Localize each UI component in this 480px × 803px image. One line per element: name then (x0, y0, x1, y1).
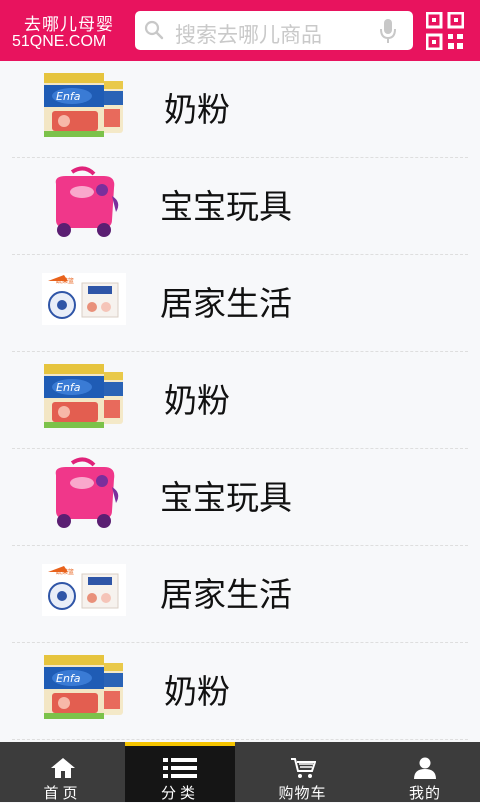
category-label: 宝宝玩具 (160, 187, 292, 226)
qr-scan-icon[interactable] (426, 12, 464, 50)
tab-home-label: 首页 (43, 784, 82, 802)
user-icon (414, 757, 436, 779)
category-label: 居家生活 (160, 284, 292, 323)
bottom-tab-bar: 首页 分类 购物车 我的 (0, 742, 480, 802)
search-icon (144, 20, 164, 40)
brand-domain: 51QNE.COM (12, 33, 107, 50)
tab-profile[interactable]: 我的 (370, 742, 480, 802)
list-icon (163, 758, 197, 778)
category-item[interactable]: 奶粉 (12, 643, 468, 740)
brand-name: 去哪儿母婴 (24, 15, 114, 35)
pink-ride-on-suitcase-image (42, 457, 126, 529)
milk-powder-can-image (42, 651, 126, 723)
category-label: 奶粉 (164, 672, 230, 711)
category-label: 奶粉 (164, 90, 230, 129)
search-input[interactable]: 搜索去哪儿商品 (135, 11, 413, 50)
home-icon (50, 758, 75, 778)
tab-profile-label: 我的 (408, 784, 441, 802)
category-item[interactable]: 奶粉 (12, 352, 468, 449)
tab-categories[interactable]: 分类 (125, 742, 235, 802)
tab-categories-label: 分类 (160, 784, 199, 802)
category-list: 奶粉 宝宝玩具 居家生活 奶粉 宝宝玩具 居家生活 奶粉 (0, 61, 480, 742)
category-item[interactable]: 宝宝玩具 (12, 449, 468, 546)
household-products-image (42, 554, 126, 626)
brand-logo[interactable]: 去哪儿母婴 51QNE.COM (8, 8, 128, 54)
household-products-image (42, 263, 126, 335)
category-label: 居家生活 (160, 575, 292, 614)
app-header: 去哪儿母婴 51QNE.COM 搜索去哪儿商品 (0, 0, 480, 61)
category-item[interactable]: 居家生活 (12, 546, 468, 643)
tab-cart[interactable]: 购物车 (235, 742, 370, 802)
search-placeholder: 搜索去哪儿商品 (175, 23, 322, 47)
tab-home[interactable]: 首页 (0, 742, 125, 802)
category-item[interactable]: 居家生活 (12, 255, 468, 352)
category-label: 宝宝玩具 (160, 478, 292, 517)
cart-icon (290, 758, 316, 778)
category-item[interactable]: 奶粉 (12, 61, 468, 158)
milk-powder-can-image (42, 360, 126, 432)
tab-cart-label: 购物车 (278, 784, 327, 802)
milk-powder-can-image (42, 69, 126, 141)
pink-ride-on-suitcase-image (42, 166, 126, 238)
category-label: 奶粉 (164, 381, 230, 420)
microphone-icon[interactable] (379, 18, 397, 44)
category-item[interactable]: 宝宝玩具 (12, 158, 468, 255)
